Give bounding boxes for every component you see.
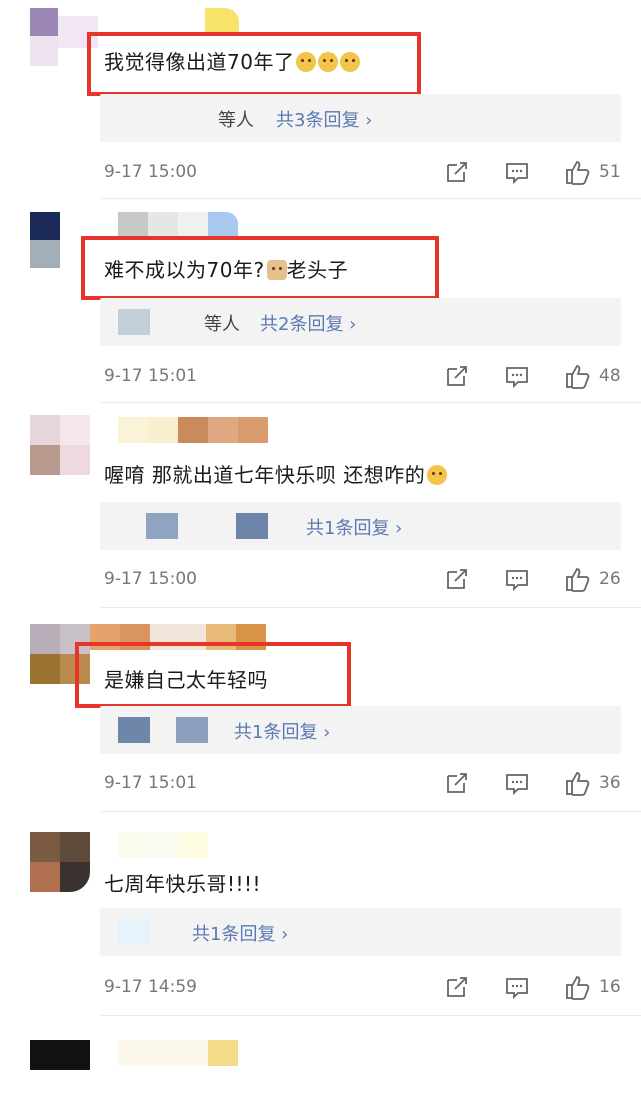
- username[interactable]: [118, 832, 208, 858]
- divider: [100, 1015, 641, 1016]
- comment-icon[interactable]: [503, 973, 531, 1001]
- view-replies-link[interactable]: 共2条回复 ›: [260, 310, 356, 336]
- avatar[interactable]: [30, 1040, 90, 1100]
- action-bar: 26: [411, 565, 623, 593]
- timestamp: 9-17 15:01: [104, 366, 197, 386]
- timestamp: 9-17 15:01: [104, 773, 197, 793]
- comment-icon[interactable]: [503, 769, 531, 797]
- username[interactable]: [118, 417, 268, 443]
- like-icon[interactable]: [563, 158, 591, 186]
- action-bar: 36: [411, 769, 623, 797]
- timestamp: 9-17 15:00: [104, 569, 197, 589]
- reply-box[interactable]: 等人 共3条回复 ›: [100, 94, 621, 142]
- view-replies-link[interactable]: 共1条回复 ›: [234, 718, 330, 744]
- share-icon[interactable]: [443, 769, 471, 797]
- comment-text: 喔唷 那就出道七年快乐呗 还想咋的: [104, 459, 448, 488]
- reply-prefix: 等人: [204, 314, 240, 335]
- view-replies-link[interactable]: 共1条回复 ›: [306, 514, 402, 540]
- reply-prefix: 等人: [218, 110, 254, 131]
- like-icon[interactable]: [563, 362, 591, 390]
- dog-face-icon: [340, 52, 361, 72]
- reply-box[interactable]: 共1条回复 ›: [100, 908, 621, 956]
- view-replies-link[interactable]: 共1条回复 ›: [192, 920, 288, 946]
- dog-face-icon: [296, 52, 317, 72]
- reply-avatar: [118, 717, 150, 743]
- reply-avatar: [176, 717, 208, 743]
- username[interactable]: [205, 8, 239, 34]
- reply-avatar: [146, 513, 178, 539]
- divider: [100, 198, 641, 199]
- share-icon[interactable]: [443, 362, 471, 390]
- comment-text: 我觉得像出道70年了: [104, 46, 361, 75]
- comment-icon[interactable]: [503, 565, 531, 593]
- divider: [100, 402, 641, 403]
- comment-text: 七周年快乐哥!!!!: [104, 872, 262, 896]
- avatar[interactable]: [30, 832, 90, 892]
- like-count: 48: [599, 366, 621, 386]
- comment-icon[interactable]: [503, 158, 531, 186]
- like-count: 26: [599, 569, 621, 589]
- action-bar: 51: [411, 158, 623, 186]
- reply-box[interactable]: 共1条回复 ›: [100, 706, 621, 754]
- like-count: 16: [599, 977, 621, 997]
- reply-avatar: [118, 919, 150, 945]
- timestamp: 9-17 15:00: [104, 162, 197, 182]
- comment-text: 难不成以为70年? 老头子: [104, 258, 349, 282]
- like-icon[interactable]: [563, 565, 591, 593]
- cat-face-icon: [266, 260, 287, 280]
- avatar[interactable]: [30, 415, 90, 475]
- like-count: 36: [599, 773, 621, 793]
- reply-box[interactable]: 共1条回复 ›: [100, 502, 621, 550]
- action-bar: 16: [411, 973, 623, 1001]
- like-icon[interactable]: [563, 769, 591, 797]
- dog-face-icon: [427, 465, 448, 485]
- reply-avatar: [236, 513, 268, 539]
- divider: [100, 607, 641, 608]
- reply-avatar: [118, 309, 150, 335]
- dog-face-icon: [318, 52, 339, 72]
- username[interactable]: [118, 212, 238, 238]
- timestamp: 9-17 14:59: [104, 977, 197, 997]
- like-icon[interactable]: [563, 973, 591, 1001]
- view-replies-link[interactable]: 共3条回复 ›: [276, 106, 372, 132]
- reply-box[interactable]: 等人 共2条回复 ›: [100, 298, 621, 346]
- comment-icon[interactable]: [503, 362, 531, 390]
- share-icon[interactable]: [443, 158, 471, 186]
- like-count: 51: [599, 162, 621, 182]
- comment-text: 是嫌自己太年轻吗: [104, 668, 268, 692]
- action-bar: 48: [411, 362, 623, 390]
- username[interactable]: [118, 1040, 238, 1066]
- avatar[interactable]: [30, 8, 98, 68]
- divider: [100, 811, 641, 812]
- share-icon[interactable]: [443, 565, 471, 593]
- share-icon[interactable]: [443, 973, 471, 1001]
